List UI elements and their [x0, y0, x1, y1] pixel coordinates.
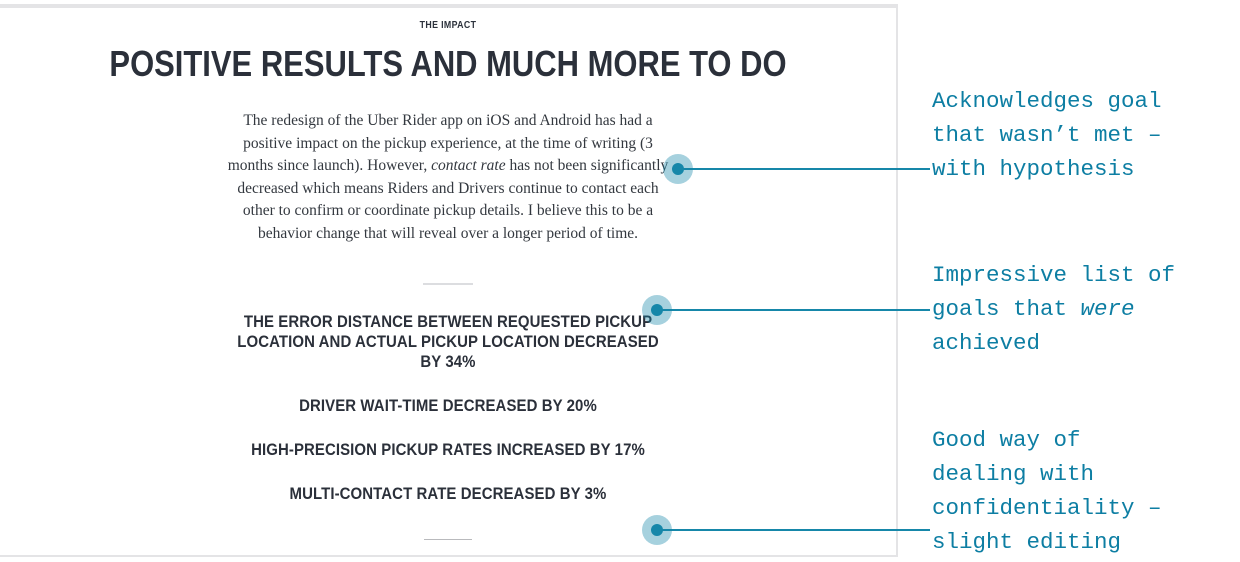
annotation-line: achieved: [932, 330, 1041, 356]
annotation-line: dealing with: [932, 461, 1095, 487]
metric-item: The error distance between requested pic…: [237, 311, 659, 371]
divider-bottom: [424, 538, 472, 541]
metric-item: Driver wait-time decreased by 20%: [299, 395, 597, 415]
annotation-marker-1[interactable]: [663, 154, 693, 184]
annotation-text-1: Acknowledges goal that wasn’t met – with…: [932, 84, 1162, 186]
annotation-connector-1: [678, 168, 930, 170]
annotation-connector-2: [657, 309, 930, 311]
annotation-connector-3: [657, 529, 930, 531]
document-content: THE IMPACT Positive results and much mor…: [0, 8, 896, 555]
divider-top: [423, 282, 473, 285]
annotation-line-text: goals that: [932, 296, 1081, 322]
annotation-line: Acknowledges goal: [932, 88, 1162, 114]
metric-item: High-precision pickup rates increased by…: [251, 439, 645, 459]
section-eyebrow: THE IMPACT: [419, 20, 477, 31]
metric-item: Multi-contact rate decreased by 3%: [289, 483, 607, 503]
annotation-line-with-emphasis: goals that were: [932, 296, 1135, 322]
annotation-line: Good way of: [932, 427, 1081, 453]
annotation-text-3: Good way of dealing with confidentiality…: [932, 423, 1162, 559]
annotation-marker-2[interactable]: [642, 295, 672, 325]
metrics-list: The error distance between requested pic…: [0, 312, 896, 504]
intro-paragraph: The redesign of the Uber Rider app on iO…: [224, 110, 672, 246]
document-page: THE IMPACT Positive results and much mor…: [0, 4, 898, 557]
annotation-line: with hypothesis: [932, 156, 1135, 182]
annotation-text-2: Impressive list of goals that were achie…: [932, 258, 1175, 360]
annotation-emphasis: were: [1080, 296, 1135, 322]
annotation-line: Impressive list of: [932, 262, 1176, 288]
annotation-line: that wasn’t met –: [932, 122, 1162, 148]
page-title: Positive results and much more to do: [109, 43, 787, 84]
annotation-line: confidentiality –: [932, 495, 1162, 521]
annotation-line: slight editing: [932, 529, 1122, 555]
paragraph-emphasis: contact rate: [431, 157, 506, 175]
annotation-marker-3[interactable]: [642, 515, 672, 545]
